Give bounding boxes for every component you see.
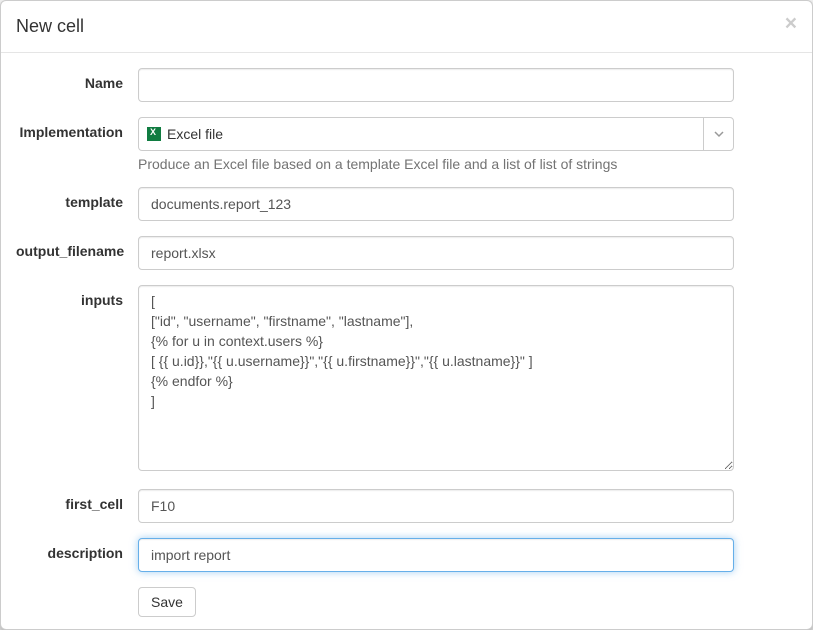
field-output-filename: output_filename [16,236,734,270]
field-implementation: Implementation Excel file Produce an Exc… [16,117,734,172]
modal-body: Name Implementation Excel file Produce a… [1,53,812,629]
field-actions: Save [16,587,734,617]
output-filename-label: output_filename [16,236,138,259]
implementation-select[interactable]: Excel file [138,117,734,151]
excel-icon [147,127,161,141]
output-filename-input[interactable] [138,236,734,270]
field-description: description [16,538,734,572]
modal-header: New cell × [1,1,812,53]
description-label: description [16,538,138,561]
implementation-selected: Excel file [167,126,223,142]
description-input[interactable] [138,538,734,572]
template-label: template [16,187,138,210]
field-name: Name [16,68,734,102]
field-inputs: inputs [ ["id", "username", "firstname",… [16,285,734,474]
save-button[interactable]: Save [138,587,196,617]
implementation-label: Implementation [16,117,138,140]
chevron-down-icon[interactable] [703,118,733,150]
inputs-textarea[interactable]: [ ["id", "username", "firstname", "lastn… [138,285,734,471]
modal-title: New cell [16,16,797,37]
inputs-label: inputs [16,285,138,308]
field-first-cell: first_cell [16,489,734,523]
new-cell-modal: New cell × Name Implementation Excel fil… [0,0,813,630]
field-template: template [16,187,734,221]
implementation-help: Produce an Excel file based on a templat… [138,156,734,172]
name-input[interactable] [138,68,734,102]
first-cell-label: first_cell [16,489,138,512]
template-input[interactable] [138,187,734,221]
close-button[interactable]: × [785,13,797,34]
name-label: Name [16,68,138,91]
first-cell-input[interactable] [138,489,734,523]
